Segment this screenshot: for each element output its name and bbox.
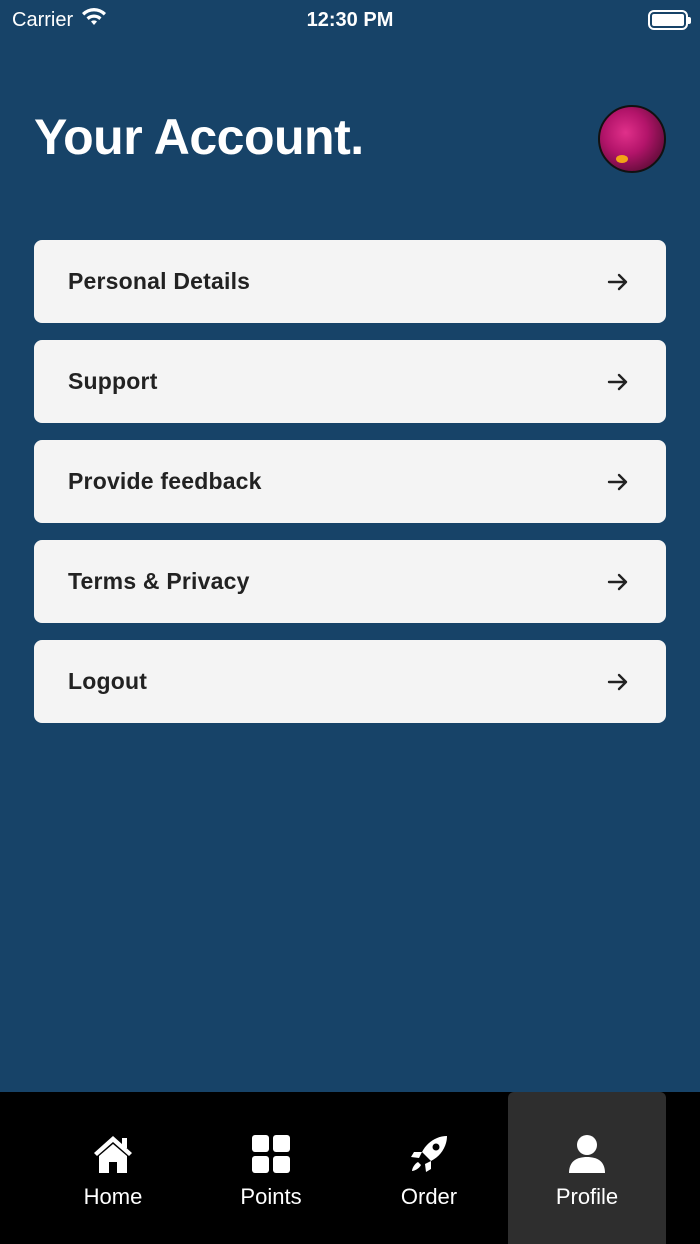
grid-icon xyxy=(249,1132,293,1176)
page-title: Your Account. xyxy=(34,109,364,165)
menu-item-logout[interactable]: Logout xyxy=(34,640,666,723)
menu-item-provide-feedback[interactable]: Provide feedback xyxy=(34,440,666,523)
tab-bar: Home Points Order Profile xyxy=(0,1092,700,1244)
battery-icon xyxy=(648,10,691,30)
menu-item-label: Terms & Privacy xyxy=(68,568,250,594)
home-icon xyxy=(91,1132,135,1176)
arrow-right-icon xyxy=(606,670,630,694)
menu-item-label: Personal Details xyxy=(68,268,251,294)
tab-points[interactable]: Points xyxy=(192,1092,350,1244)
wifi-icon xyxy=(81,7,107,33)
tab-label: Points xyxy=(240,1184,302,1209)
menu-item-support[interactable]: Support xyxy=(34,340,666,423)
tab-profile[interactable]: Profile xyxy=(508,1092,666,1244)
user-icon xyxy=(565,1132,609,1176)
status-bar: Carrier 12:30 PM xyxy=(0,0,700,40)
arrow-right-icon xyxy=(606,570,630,594)
menu-item-label: Support xyxy=(68,368,158,394)
tab-label: Home xyxy=(83,1184,143,1209)
rocket-icon xyxy=(407,1132,451,1176)
account-menu: Personal Details Support Provide feedbac… xyxy=(34,240,666,740)
tab-order[interactable]: Order xyxy=(350,1092,508,1244)
avatar[interactable] xyxy=(598,105,666,173)
arrow-right-icon xyxy=(606,470,630,494)
menu-item-label: Provide feedback xyxy=(68,468,262,494)
status-left: Carrier xyxy=(12,7,107,33)
tab-label: Order xyxy=(400,1184,458,1209)
menu-item-personal-details[interactable]: Personal Details xyxy=(34,240,666,323)
menu-item-terms-privacy[interactable]: Terms & Privacy xyxy=(34,540,666,623)
tab-label: Profile xyxy=(555,1184,619,1209)
tab-home[interactable]: Home xyxy=(34,1092,192,1244)
arrow-right-icon xyxy=(606,370,630,394)
arrow-right-icon xyxy=(606,270,630,294)
menu-item-label: Logout xyxy=(68,668,148,694)
carrier-label: Carrier xyxy=(12,8,74,31)
